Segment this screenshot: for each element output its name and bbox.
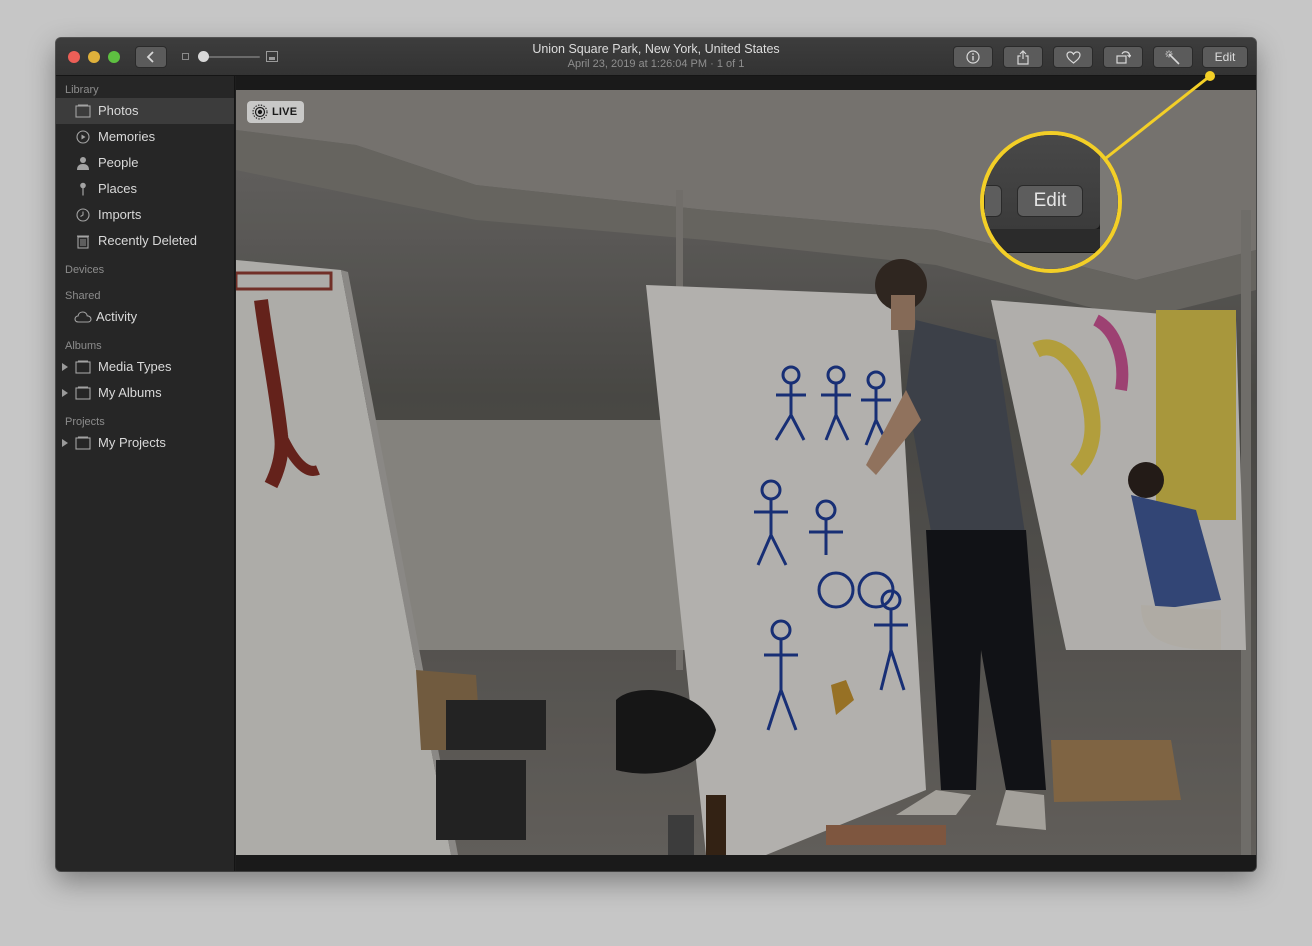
sidebar-item-places[interactable]: Places: [56, 176, 234, 202]
large-photo-icon: [266, 51, 278, 62]
close-window-button[interactable]: [68, 51, 80, 63]
shared-header: Shared: [65, 290, 101, 302]
edit-button[interactable]: Edit: [1202, 46, 1248, 68]
back-icon: [146, 51, 156, 63]
sidebar-item-imports[interactable]: Imports: [56, 202, 234, 228]
sidebar-item-activity[interactable]: Activity: [56, 304, 234, 330]
trash-icon: [75, 234, 91, 249]
share-icon: [1017, 49, 1029, 65]
title-block: Union Square Park, New York, United Stat…: [456, 41, 856, 71]
live-photo-icon: [252, 104, 268, 120]
edit-button-magnifier: Edit: [980, 131, 1122, 273]
favorite-button[interactable]: [1053, 46, 1093, 68]
sidebar-item-label: Recently Deleted: [98, 233, 197, 248]
cloud-icon: [74, 310, 92, 324]
sidebar-item-memories[interactable]: Memories: [56, 124, 234, 150]
folder-icon: [75, 360, 91, 374]
window-controls: [68, 51, 120, 63]
pin-icon: [75, 182, 91, 196]
clock-icon: [75, 208, 91, 222]
disclosure-triangle-icon[interactable]: [62, 363, 68, 371]
rotate-button[interactable]: [1103, 46, 1143, 68]
title-bar: Union Square Park, New York, United Stat…: [56, 38, 1256, 76]
photos-icon: [75, 104, 91, 118]
zoom-slider-knob[interactable]: [198, 51, 209, 62]
sidebar-item-label: Photos: [98, 103, 139, 118]
magnified-edit-button: Edit: [1017, 185, 1083, 217]
live-photo-badge[interactable]: LIVE: [247, 101, 305, 123]
small-photo-icon: [182, 53, 189, 60]
sidebar-item-my-projects[interactable]: My Projects: [56, 430, 234, 456]
rotate-icon: [1115, 50, 1131, 64]
sidebar-item-photos[interactable]: Photos: [56, 98, 234, 124]
projects-header: Projects: [65, 416, 105, 428]
sidebar-item-media-types[interactable]: Media Types: [56, 354, 234, 380]
sidebar-item-label: Places: [98, 181, 138, 196]
window-title: Union Square Park, New York, United Stat…: [532, 42, 780, 56]
info-icon: [966, 50, 980, 64]
sidebar-item-label: People: [98, 155, 139, 170]
sidebar-item-label: Memories: [98, 129, 156, 144]
heart-icon: [1065, 50, 1081, 64]
sidebar-item-recently-deleted[interactable]: Recently Deleted: [56, 228, 234, 254]
zoom-window-button[interactable]: [108, 51, 120, 63]
sidebar-item-my-albums[interactable]: My Albums: [56, 380, 234, 406]
zoom-slider[interactable]: [182, 51, 278, 63]
devices-header: Devices: [65, 264, 105, 276]
sidebar-item-label: My Projects: [98, 435, 166, 450]
disclosure-triangle-icon[interactable]: [62, 389, 68, 397]
sidebar-item-people[interactable]: People: [56, 150, 234, 176]
memories-icon: [75, 130, 91, 144]
albums-header: Albums: [65, 340, 102, 352]
library-header: Library: [65, 84, 99, 96]
sidebar-item-label: My Albums: [98, 385, 162, 400]
back-button[interactable]: [135, 46, 167, 68]
window-subtitle: April 23, 2019 at 1:26:04 PM · 1 of 1: [567, 58, 745, 70]
enhance-button[interactable]: [1153, 46, 1193, 68]
sidebar-item-label: Media Types: [98, 359, 172, 374]
minimize-window-button[interactable]: [88, 51, 100, 63]
magic-wand-icon: [1165, 50, 1181, 65]
folder-icon: [75, 386, 91, 400]
person-icon: [75, 156, 91, 170]
live-photo-label: LIVE: [272, 106, 298, 118]
disclosure-triangle-icon[interactable]: [62, 439, 68, 447]
folder-icon: [75, 436, 91, 450]
share-button[interactable]: [1003, 46, 1043, 68]
sidebar: Library Photos Memories People Places Im…: [56, 76, 235, 871]
sidebar-item-label: Activity: [96, 309, 138, 324]
sidebar-item-label: Imports: [98, 207, 142, 222]
info-button[interactable]: [953, 46, 993, 68]
